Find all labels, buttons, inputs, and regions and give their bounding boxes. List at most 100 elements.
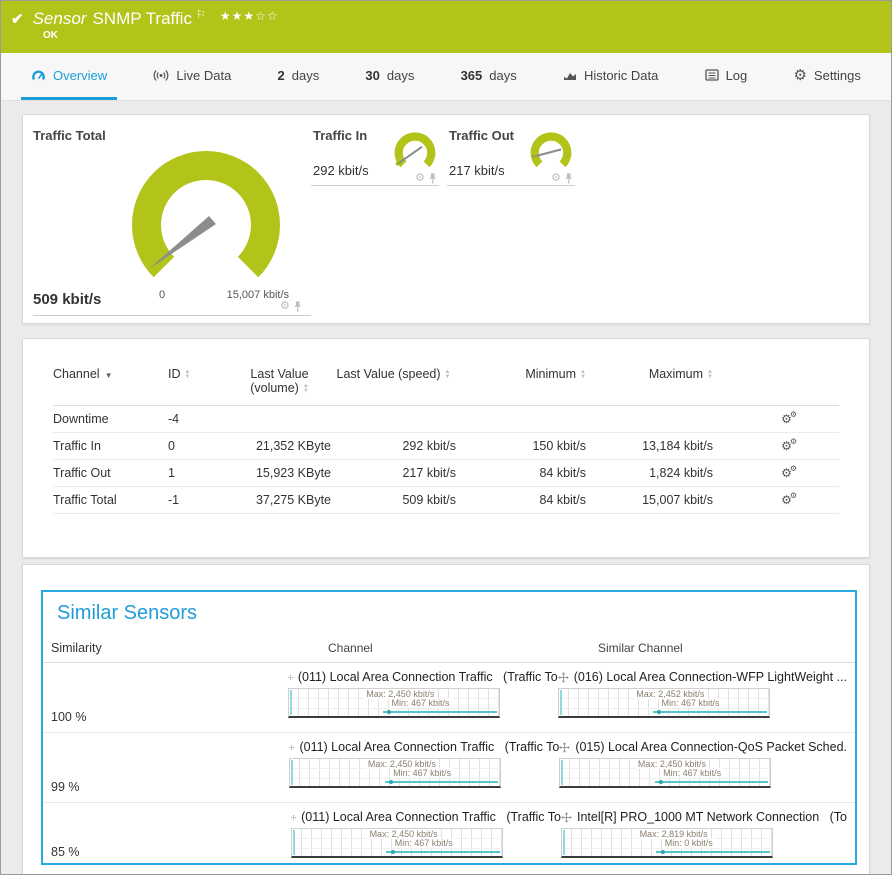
col-header-similarity: Similarity <box>51 641 328 655</box>
tab-2-days[interactable]: 2 days <box>268 53 330 100</box>
spark-dot <box>389 780 393 784</box>
gauge-in-title: Traffic In <box>313 128 367 143</box>
spark-line <box>655 781 769 783</box>
channel-settings-gears-icon[interactable]: ⚙⚙ <box>781 467 799 479</box>
cell-volume: 37,275 KByte <box>228 493 331 507</box>
tab-log[interactable]: Log <box>695 53 758 100</box>
channel-name: (011) Local Area Connection Traffic (Tra… <box>299 740 559 754</box>
cell-id: 1 <box>168 466 228 480</box>
table-row-downtime: Downtime -4 ⚙⚙ <box>53 406 839 433</box>
spark-min-label: Min: 0 kbit/s <box>663 838 715 848</box>
col-header-channel[interactable]: Channel▼ <box>53 367 168 381</box>
cell-id: 0 <box>168 439 228 453</box>
similar-sensor-row: 85 % (011) Local Area Connection Traffic… <box>43 803 855 867</box>
flag-icon[interactable]: ⚐ <box>196 8 206 21</box>
tab-number: 365 <box>461 68 483 83</box>
status-badge: OK <box>43 30 58 41</box>
gear-icon[interactable]: ⚙ <box>280 301 290 312</box>
tab-overview[interactable]: Overview <box>21 53 117 100</box>
cell-volume: 21,352 KByte <box>228 439 331 453</box>
spark-line <box>385 781 499 783</box>
channel-minigraph[interactable]: Max: 2,450 kbit/s Min: 467 kbit/s <box>291 828 503 858</box>
similar-sensors-box: Similar Sensors Similarity Channel Simil… <box>41 590 857 865</box>
col-header-minimum[interactable]: Minimum▲▼ <box>456 367 586 381</box>
tab-label: days <box>489 68 516 83</box>
col-header-last-value-speed[interactable]: Last Value (speed)▲▼ <box>331 367 456 381</box>
spark-dot <box>661 850 665 854</box>
stars-empty[interactable]: ☆☆ <box>255 9 279 23</box>
tab-label: Settings <box>814 68 861 83</box>
sensor-title: SNMP Traffic <box>92 9 192 29</box>
similar-channel-link[interactable]: (016) Local Area Connection-WFP LightWei… <box>558 669 847 685</box>
channel-name: (016) Local Area Connection-WFP LightWei… <box>574 670 847 684</box>
channel-link[interactable]: (011) Local Area Connection Traffic (Tra… <box>288 669 558 685</box>
channel-settings-gears-icon[interactable]: ⚙⚙ <box>781 440 799 452</box>
similar-sensor-row: 100 % (011) Local Area Connection Traffi… <box>43 663 855 733</box>
col-header-last-value-volume[interactable]: Last Value (volume)▲▼ <box>228 367 331 395</box>
channel-link[interactable]: (011) Local Area Connection Traffic (Tra… <box>289 739 559 755</box>
status-ok-check-icon: ✔ <box>11 10 24 28</box>
gauge-scale-max: 15,007 kbit/s <box>203 289 289 301</box>
sort-icon: ▲▼ <box>185 370 191 380</box>
spark-start-line <box>560 690 562 715</box>
tab-settings[interactable]: ⚙ Settings <box>783 53 870 100</box>
similarity-value: 85 % <box>51 809 291 867</box>
spark-dot <box>657 710 661 714</box>
tab-label: Log <box>726 68 748 83</box>
col-header-id[interactable]: ID▲▼ <box>168 367 228 381</box>
tab-historic-data[interactable]: Historic Data <box>553 53 668 100</box>
channel-settings-gears-icon[interactable]: ⚙⚙ <box>781 494 799 506</box>
traffic-in-gauge <box>393 130 437 174</box>
spark-start-line <box>293 830 295 855</box>
move-crosshair-icon <box>561 812 572 823</box>
spark-dot <box>387 710 391 714</box>
gauge-scale-min: 0 <box>159 289 165 301</box>
gear-icon[interactable]: ⚙ <box>551 173 561 184</box>
sort-icon: ▲▼ <box>445 370 451 380</box>
sort-icon: ▲▼ <box>707 370 713 380</box>
similar-channel-link[interactable]: Intel[R] PRO_1000 MT Network Connection … <box>561 809 847 825</box>
gauge-icon <box>31 69 46 82</box>
channel-link[interactable]: (011) Local Area Connection Traffic (Tra… <box>291 809 561 825</box>
table-row-traffic-out: Traffic Out 1 15,923 KByte 217 kbit/s 84… <box>53 460 839 487</box>
sort-desc-icon: ▼ <box>105 371 113 380</box>
channel-name: Intel[R] PRO_1000 MT Network Connection … <box>577 810 847 824</box>
gauges-panel: Traffic Total 0 15,007 kbit/s 509 kbit/s… <box>22 114 870 324</box>
gauge-total-value: 509 kbit/s <box>33 291 101 308</box>
similar-channel-minigraph[interactable]: Max: 2,450 kbit/s Min: 467 kbit/s <box>559 758 771 788</box>
tab-label: days <box>292 68 319 83</box>
tab-number: 2 <box>278 68 285 83</box>
similar-sensors-header: Similarity Channel Similar Channel <box>43 641 855 663</box>
channel-table-header: Channel▼ ID▲▼ Last Value (volume)▲▼ Last… <box>53 359 839 406</box>
spark-min-label: Min: 467 kbit/s <box>393 838 455 848</box>
spark-start-line <box>561 760 563 785</box>
spark-start-line <box>291 760 293 785</box>
cell-maximum: 1,824 kbit/s <box>586 466 713 480</box>
cell-minimum: 84 kbit/s <box>456 493 586 507</box>
similar-channel-minigraph[interactable]: Max: 2,452 kbit/s Min: 467 kbit/s <box>558 688 770 718</box>
channel-name: (011) Local Area Connection Traffic (Tra… <box>298 670 558 684</box>
spark-line <box>656 851 770 853</box>
gear-icon[interactable]: ⚙ <box>415 173 425 184</box>
table-row-traffic-total: Traffic Total -1 37,275 KByte 509 kbit/s… <box>53 487 839 514</box>
gauge-in-value: 292 kbit/s <box>313 163 369 178</box>
channel-settings-gears-icon[interactable]: ⚙⚙ <box>781 413 799 425</box>
col-header-maximum[interactable]: Maximum▲▼ <box>586 367 713 381</box>
similar-channel-link[interactable]: (015) Local Area Connection-QoS Packet S… <box>559 739 847 755</box>
tab-365-days[interactable]: 365 days <box>451 53 527 100</box>
pin-icon[interactable] <box>428 173 437 184</box>
channel-minigraph[interactable]: Max: 2,450 kbit/s Min: 467 kbit/s <box>289 758 501 788</box>
similar-channel-minigraph[interactable]: Max: 2,819 kbit/s Min: 0 kbit/s <box>561 828 773 858</box>
tab-30-days[interactable]: 30 days <box>355 53 424 100</box>
pin-icon[interactable] <box>293 301 302 312</box>
stars-filled[interactable]: ★★★ <box>220 9 255 23</box>
divider <box>447 185 575 186</box>
channel-table-panel: Channel▼ ID▲▼ Last Value (volume)▲▼ Last… <box>22 338 870 558</box>
pin-icon[interactable] <box>564 173 573 184</box>
move-crosshair-icon <box>559 742 570 753</box>
cell-id: -4 <box>168 412 228 426</box>
priority-stars[interactable]: ★★★☆☆ <box>220 9 279 23</box>
channel-minigraph[interactable]: Max: 2,450 kbit/s Min: 467 kbit/s <box>288 688 500 718</box>
gauge-total-actions: ⚙ <box>280 301 302 312</box>
tab-live-data[interactable]: Live Data <box>143 53 241 100</box>
